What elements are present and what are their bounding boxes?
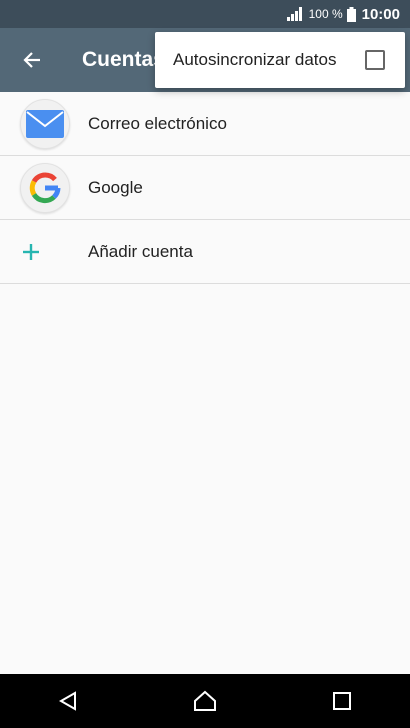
add-account-label: Añadir cuenta [88,241,193,261]
email-avatar [20,98,70,149]
account-label: Correo electrónico [88,113,227,133]
arrow-left-icon [23,52,40,68]
auto-sync-label[interactable]: Autosincronizar datos [173,50,336,70]
add-account-item[interactable]: Añadir cuenta [0,220,410,284]
account-item-email[interactable]: Correo electrónico [0,92,410,156]
signal-icon [286,7,302,21]
battery-percent: 100 % [308,7,343,21]
account-item-google[interactable]: Google [0,156,410,220]
account-label: Google [88,177,143,197]
navigation-bar [0,674,410,728]
google-avatar [20,162,70,213]
plus-icon [23,243,39,260]
battery-icon [346,6,356,22]
google-icon [29,172,61,203]
back-triangle-icon [59,691,77,711]
recents-icon [332,692,351,710]
status-bar: 100 % 10:00 [0,0,410,28]
auto-sync-checkbox[interactable] [365,50,385,70]
page-title: Cuentas [82,48,165,71]
nav-home-button[interactable] [175,674,235,728]
back-button[interactable] [0,28,64,92]
accounts-list: Correo electrónico Google Añadir cuenta [0,92,410,284]
clock: 10:00 [361,5,400,23]
accounts-screen: 100 % 10:00 Cuentas Correo electrónico G… [0,0,410,728]
home-icon [193,690,216,711]
nav-recents-button[interactable] [312,674,372,728]
nav-back-button[interactable] [38,674,98,728]
email-icon [26,109,64,138]
overflow-menu: Autosincronizar datos [155,32,405,88]
